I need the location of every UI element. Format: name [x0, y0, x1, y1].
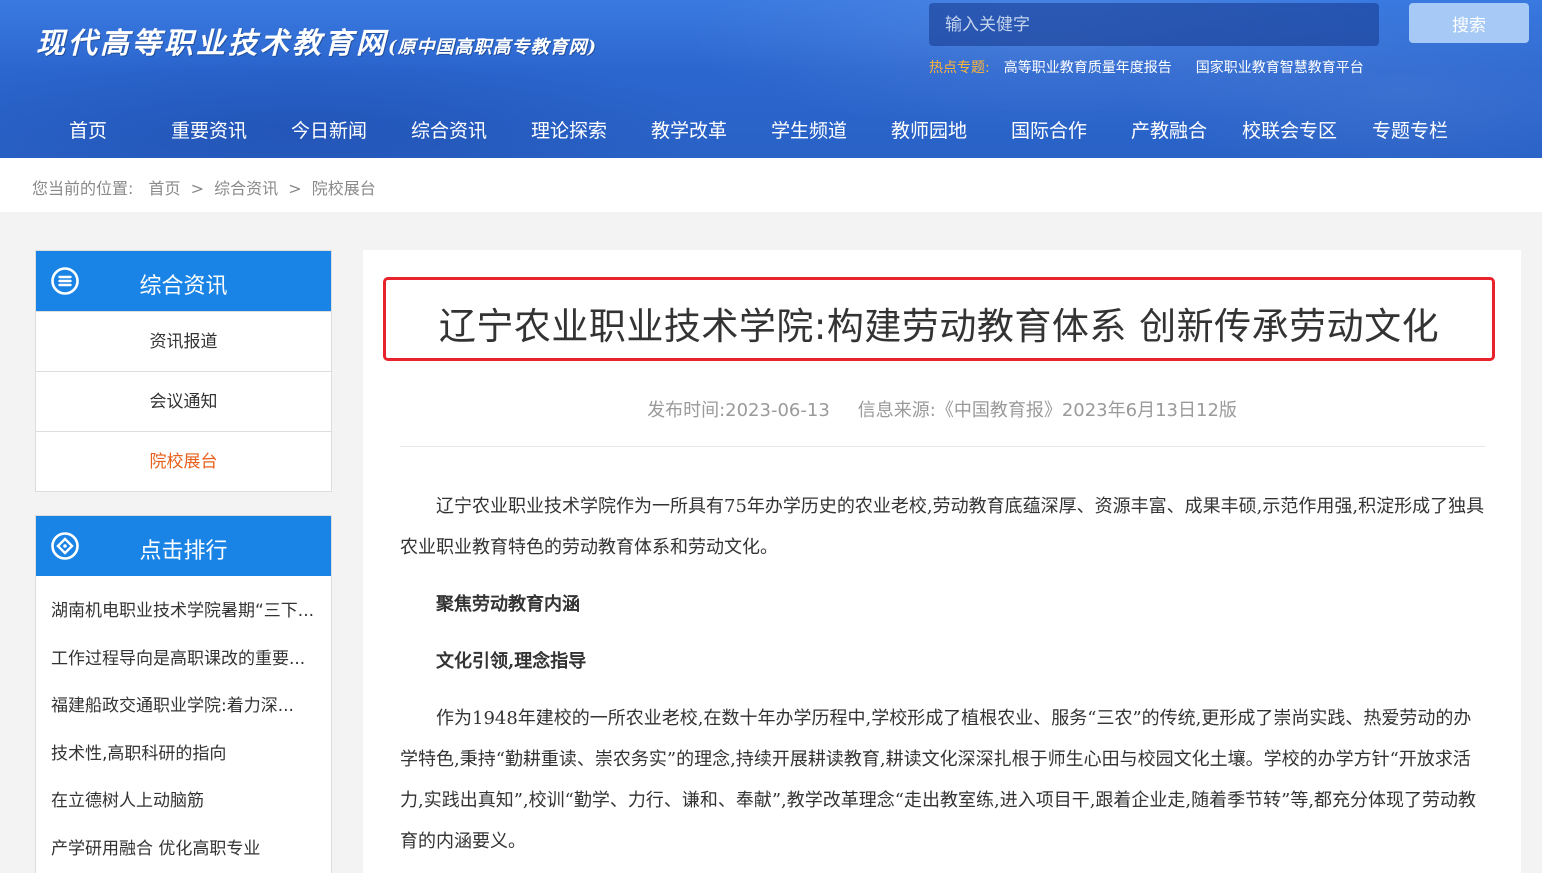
nav-item-home[interactable]: 首页	[69, 116, 107, 143]
article-paragraph: 辽宁农业职业技术学院作为一所具有75年办学历史的农业老校,劳动教育底蕴深厚、资源…	[400, 496, 1485, 558]
nav-item-theory[interactable]: 理论探索	[531, 116, 607, 143]
search-button[interactable]: 搜索	[1409, 3, 1529, 43]
ranking-item[interactable]: 技术性,高职科研的指向	[36, 731, 331, 779]
sidebar-item-news-report[interactable]: 资讯报道	[36, 311, 331, 371]
sidebar-item-meeting-notice[interactable]: 会议通知	[36, 371, 331, 431]
site-logo[interactable]: 现代高等职业技术教育网(原中国高职高专教育网)	[36, 20, 597, 62]
ranking-list: 湖南机电职业技术学院暑期“三下... 工作过程导向是高职课改的重要... 福建船…	[36, 576, 331, 873]
search-input[interactable]	[929, 3, 1379, 46]
sidebar-ranking-panel: 点击排行 湖南机电职业技术学院暑期“三下... 工作过程导向是高职课改的重要..…	[35, 515, 332, 873]
nav-item-teaching[interactable]: 教学改革	[651, 116, 727, 143]
publish-date: 发布时间:2023-06-13	[647, 400, 830, 421]
site-header: 现代高等职业技术教育网(原中国高职高专教育网) 搜索 热点专题: 高等职业教育质量…	[0, 0, 1542, 158]
sidebar-category-header: 综合资讯	[36, 251, 331, 311]
ranking-item[interactable]: 工作过程导向是高职课改的重要...	[36, 636, 331, 684]
breadcrumb-separator: >	[190, 179, 205, 198]
article-meta: 发布时间:2023-06-13 信息来源:《中国教育报》2023年6月13日12版	[363, 396, 1521, 422]
sidebar-category-title: 综合资讯	[139, 274, 228, 299]
nav-item-students[interactable]: 学生频道	[771, 116, 847, 143]
breadcrumb-separator: >	[288, 179, 302, 198]
nav-item-teachers[interactable]: 教师园地	[891, 116, 967, 143]
breadcrumb: 您当前的位置: 首页 > 综合资讯 > 院校展台	[32, 175, 376, 199]
nav-item-important[interactable]: 重要资讯	[171, 116, 247, 143]
nav-item-alliance[interactable]: 校联会专区	[1242, 116, 1337, 143]
nav-item-industry[interactable]: 产教融合	[1131, 116, 1207, 143]
sidebar-item-school-showcase[interactable]: 院校展台	[36, 431, 331, 491]
article-source: 信息来源:《中国教育报》2023年6月13日12版	[857, 400, 1237, 421]
main-nav: 首页 重要资讯 今日新闻 综合资讯 理论探索 教学改革 学生频道 教师园地 国际…	[0, 108, 1542, 148]
breadcrumb-general[interactable]: 综合资讯	[214, 179, 278, 198]
nav-item-international[interactable]: 国际合作	[1011, 116, 1087, 143]
breadcrumb-home[interactable]: 首页	[149, 179, 181, 198]
breadcrumb-current[interactable]: 院校展台	[312, 179, 376, 198]
article-panel: 辽宁农业职业技术学院:构建劳动教育体系 创新传承劳动文化 发布时间:2023-0…	[363, 250, 1521, 873]
article-section-heading: 聚焦劳动教育内涵	[436, 594, 580, 615]
sidebar-ranking-header: 点击排行	[36, 516, 331, 576]
nav-item-special[interactable]: 专题专栏	[1372, 116, 1448, 143]
hot-topic-link[interactable]: 国家职业教育智慧教育平台	[1196, 60, 1364, 76]
logo-subtitle: (原中国高职高专教育网)	[388, 37, 598, 58]
sidebar-ranking-title: 点击排行	[139, 539, 228, 564]
meta-divider	[400, 446, 1485, 447]
breadcrumb-prefix: 您当前的位置:	[32, 179, 134, 198]
title-highlight-box: 辽宁农业职业技术学院:构建劳动教育体系 创新传承劳动文化	[383, 277, 1495, 361]
breadcrumb-bar: 您当前的位置: 首页 > 综合资讯 > 院校展台	[0, 158, 1542, 212]
nav-item-today[interactable]: 今日新闻	[291, 116, 367, 143]
hot-topics-label: 热点专题:	[929, 60, 990, 76]
ranking-item[interactable]: 在立德树人上动脑筋	[36, 778, 331, 826]
ranking-item[interactable]: 产学研用融合 优化高职专业	[36, 826, 331, 873]
hot-topics: 热点专题: 高等职业教育质量年度报告 国家职业教育智慧教育平台	[929, 57, 1388, 77]
ranking-item[interactable]: 福建船政交通职业学院:着力深...	[36, 683, 331, 731]
article-subheading: 文化引领,理念指导	[436, 651, 587, 672]
ranking-item[interactable]: 湖南机电职业技术学院暑期“三下...	[36, 588, 331, 636]
nav-item-general[interactable]: 综合资讯	[411, 116, 487, 143]
article-title: 辽宁农业职业技术学院:构建劳动教育体系 创新传承劳动文化	[438, 305, 1440, 348]
article-paragraph: 作为1948年建校的一所农业老校,在数十年办学历程中,学校形成了植根农业、服务“…	[400, 708, 1477, 852]
sidebar-category-panel: 综合资讯 资讯报道 会议通知 院校展台	[35, 250, 332, 492]
hot-topic-link[interactable]: 高等职业教育质量年度报告	[1004, 60, 1172, 76]
article-body: 辽宁农业职业技术学院作为一所具有75年办学历史的农业老校,劳动教育底蕴深厚、资源…	[400, 486, 1485, 862]
logo-title: 现代高等职业技术教育网	[36, 26, 389, 60]
